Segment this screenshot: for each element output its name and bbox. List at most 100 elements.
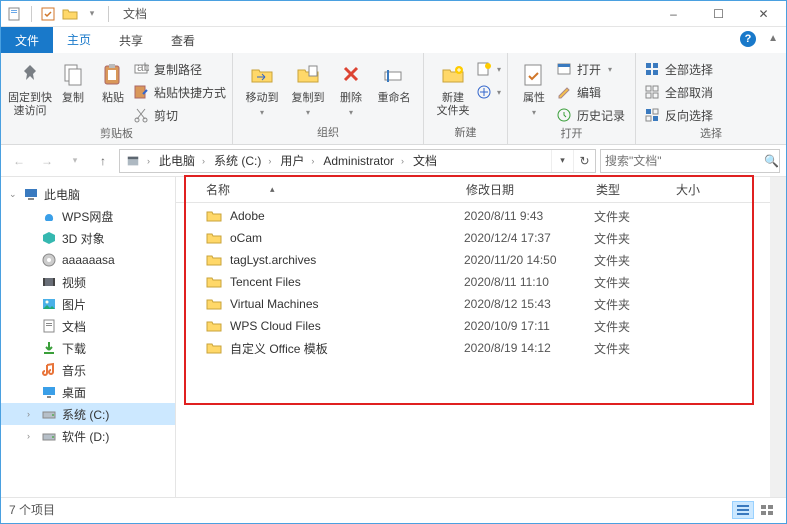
newitem-icon — [476, 61, 492, 77]
tree-desk[interactable]: 桌面 — [1, 381, 175, 403]
file-date: 2020/8/11 9:43 — [464, 209, 594, 223]
forward-button[interactable]: → — [35, 149, 59, 173]
copy-icon — [59, 61, 87, 89]
selectall-button[interactable]: 全部选择 — [644, 59, 713, 79]
table-row[interactable]: oCam2020/12/4 17:37文件夹 — [176, 227, 770, 249]
copyto-button[interactable]: 复制到 ▾ — [285, 57, 331, 117]
edit-button[interactable]: 编辑 — [556, 82, 625, 102]
rename-button[interactable]: 重命名 — [371, 57, 417, 105]
crumb-root-icon[interactable] — [120, 150, 144, 172]
history-icon — [556, 107, 572, 123]
table-row[interactable]: tagLyst.archives2020/11/20 14:50文件夹 — [176, 249, 770, 271]
crumb[interactable]: 此电脑 — [153, 150, 199, 172]
file-name: Virtual Machines — [230, 297, 319, 311]
copyto-icon — [294, 61, 322, 89]
cut-icon — [133, 107, 149, 123]
folder-qat-icon[interactable] — [62, 6, 78, 22]
copy-button[interactable]: 复制 — [53, 57, 93, 105]
file-list[interactable]: Adobe2020/8/11 9:43文件夹oCam2020/12/4 17:3… — [176, 203, 770, 497]
titlebar: ▾ 文档 – ☐ ✕ — [1, 1, 786, 27]
properties-button[interactable]: 属性 ▾ — [514, 57, 554, 117]
sort-asc-icon: ▴ — [270, 184, 275, 195]
video-icon — [41, 274, 57, 290]
music-icon — [41, 362, 57, 378]
collapse-ribbon-icon[interactable]: ▲ — [768, 33, 778, 44]
crumb[interactable]: 用户 — [274, 150, 308, 172]
pin-button[interactable]: 固定到快 速访问 — [7, 57, 53, 117]
table-row[interactable]: Virtual Machines2020/8/12 15:43文件夹 — [176, 293, 770, 315]
table-row[interactable]: Tencent Files2020/8/11 11:10文件夹 — [176, 271, 770, 293]
moveto-button[interactable]: 移动到 ▾ — [239, 57, 285, 117]
tree-aaa[interactable]: aaaaaasa — [1, 249, 175, 271]
col-type[interactable]: 类型 — [596, 181, 676, 198]
details-view-button[interactable] — [732, 501, 754, 519]
easyaccess-button[interactable]: ▾ — [476, 82, 501, 102]
delete-button[interactable]: 删除 ▾ — [331, 57, 371, 117]
help-button[interactable]: ? — [740, 31, 756, 47]
disc-icon — [41, 252, 57, 268]
recent-dropdown[interactable]: ▾ — [63, 149, 87, 173]
paste-button[interactable]: 粘贴 — [93, 57, 133, 105]
search-box[interactable]: 🔍 — [600, 149, 780, 173]
crumb[interactable]: Administrator — [317, 150, 398, 172]
refresh-button[interactable]: ↻ — [573, 150, 595, 172]
addr-dropdown-icon[interactable]: ▾ — [551, 150, 573, 172]
copypath-button[interactable]: abc复制路径 — [133, 59, 226, 79]
nav-tree[interactable]: ⌄此电脑 WPS网盘 3D 对象 aaaaaasa 视频 图片 文档 下载 音乐… — [1, 177, 176, 497]
search-input[interactable] — [605, 154, 760, 168]
wps-icon — [41, 208, 57, 224]
tree-cdrive[interactable]: ›系统 (C:) — [1, 403, 175, 425]
col-size[interactable]: 大小 — [676, 181, 770, 198]
tree-pics[interactable]: 图片 — [1, 293, 175, 315]
table-row[interactable]: Adobe2020/8/11 9:43文件夹 — [176, 205, 770, 227]
svg-text:abc: abc — [137, 61, 149, 74]
up-button[interactable]: ↑ — [91, 149, 115, 173]
breadcrumb-box[interactable]: › 此电脑› 系统 (C:)› 用户› Administrator› 文档 ▾ … — [119, 149, 596, 173]
back-button[interactable]: ← — [7, 149, 31, 173]
open-button[interactable]: 打开▾ — [556, 59, 625, 79]
group-select: 全部选择 全部取消 反向选择 选择 — [636, 53, 786, 144]
file-type: 文件夹 — [594, 274, 684, 291]
maximize-button[interactable]: ☐ — [696, 1, 741, 27]
table-row[interactable]: WPS Cloud Files2020/10/9 17:11文件夹 — [176, 315, 770, 337]
tree-down[interactable]: 下载 — [1, 337, 175, 359]
icons-view-button[interactable] — [756, 501, 778, 519]
properties-qat-icon[interactable] — [40, 6, 56, 22]
tab-share[interactable]: 共享 — [105, 27, 157, 53]
newfolder-icon — [439, 61, 467, 89]
col-date[interactable]: 修改日期 — [466, 181, 596, 198]
invert-button[interactable]: 反向选择 — [644, 105, 713, 125]
invert-icon — [644, 107, 660, 123]
crumb[interactable]: 系统 (C:) — [208, 150, 265, 172]
app-icon — [7, 6, 23, 22]
tree-wps[interactable]: WPS网盘 — [1, 205, 175, 227]
table-row[interactable]: 自定义 Office 模板2020/8/19 14:12文件夹 — [176, 337, 770, 359]
drive-icon — [41, 406, 57, 422]
crumb[interactable]: 文档 — [407, 150, 441, 172]
tab-view[interactable]: 查看 — [157, 27, 209, 53]
tree-video[interactable]: 视频 — [1, 271, 175, 293]
tab-home[interactable]: 主页 — [53, 27, 105, 53]
folder-icon — [206, 230, 224, 246]
column-headers[interactable]: 名称 ▴ 修改日期 类型 大小 — [176, 177, 770, 203]
close-button[interactable]: ✕ — [741, 1, 786, 27]
tree-thispc[interactable]: ⌄此电脑 — [1, 183, 175, 205]
content-area: 名称 ▴ 修改日期 类型 大小 Adobe2020/8/11 9:43文件夹oCa… — [176, 177, 770, 497]
tab-file[interactable]: 文件 — [1, 27, 53, 53]
tree-3d[interactable]: 3D 对象 — [1, 227, 175, 249]
newfolder-button[interactable]: 新建 文件夹 — [430, 57, 476, 117]
cut-button[interactable]: 剪切 — [133, 105, 226, 125]
tree-ddrive[interactable]: ›软件 (D:) — [1, 425, 175, 447]
tree-docs[interactable]: 文档 — [1, 315, 175, 337]
qat-dropdown-icon[interactable]: ▾ — [84, 6, 100, 22]
col-name[interactable]: 名称 — [206, 181, 230, 198]
scrollbar[interactable] — [770, 177, 786, 497]
selectnone-button[interactable]: 全部取消 — [644, 82, 713, 102]
quick-access-toolbar: ▾ — [1, 6, 117, 22]
group-clipboard: 固定到快 速访问 复制 粘贴 abc复制路径 粘贴快捷方式 剪切 剪贴板 — [1, 53, 233, 144]
minimize-button[interactable]: – — [651, 1, 696, 27]
pasteshortcut-button[interactable]: 粘贴快捷方式 — [133, 82, 226, 102]
newitem-button[interactable]: ▾ — [476, 59, 501, 79]
history-button[interactable]: 历史记录 — [556, 105, 625, 125]
tree-music[interactable]: 音乐 — [1, 359, 175, 381]
